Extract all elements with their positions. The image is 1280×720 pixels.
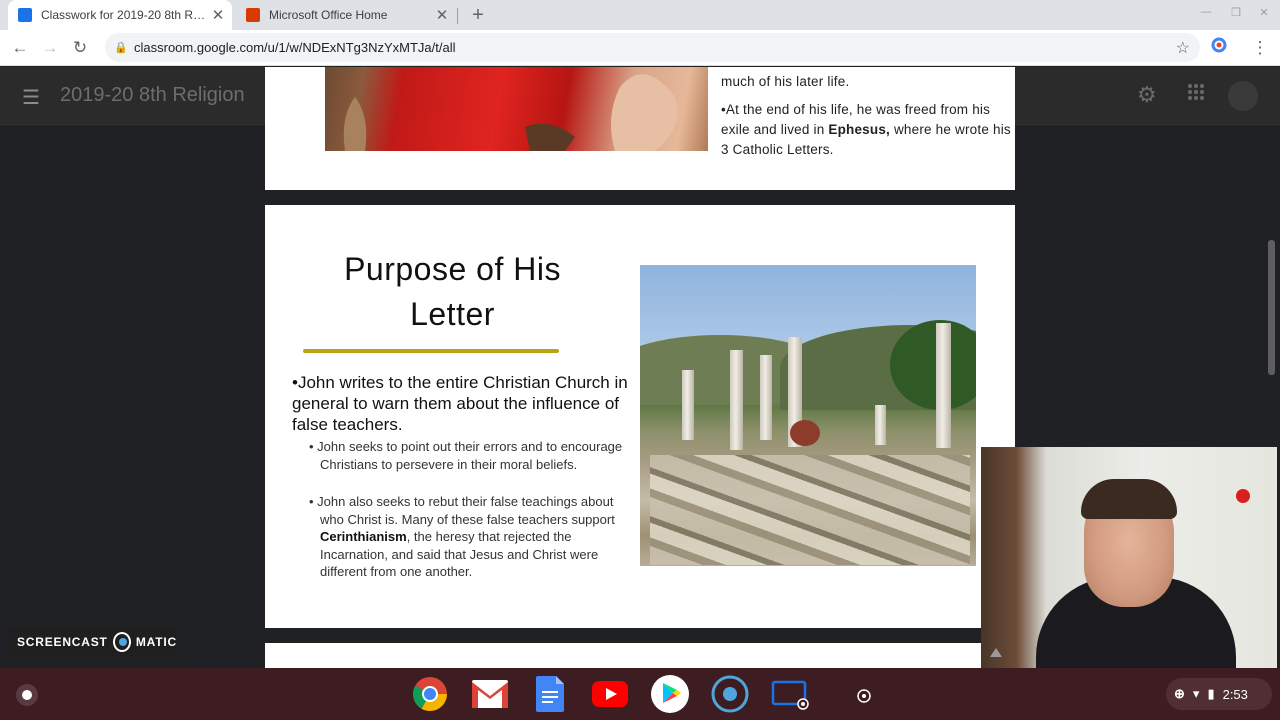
bold-term: Ephesus,: [828, 122, 890, 137]
screencast-watermark: SCREENCAST MATIC: [9, 627, 177, 657]
address-bar[interactable]: 🔒 classroom.google.com/u/1/w/NDExNTg3NzY…: [105, 33, 1200, 62]
slide-bullet: •At the end of his life, he was freed fr…: [721, 100, 1011, 160]
new-tab-button[interactable]: +: [466, 3, 490, 27]
reload-button[interactable]: ↻: [68, 36, 92, 60]
launcher-button[interactable]: [16, 684, 38, 706]
screencast-icon[interactable]: [711, 675, 749, 713]
url-text[interactable]: classroom.google.com/u/1/w/NDExNTg3NzYxM…: [134, 40, 456, 55]
ephesus-ruins-photo: [640, 265, 976, 566]
hamburger-menu-icon[interactable]: ☰: [22, 85, 40, 110]
page-scrollbar[interactable]: [1268, 240, 1275, 375]
add-icon: ⊕: [1174, 686, 1185, 701]
tab-title: Microsoft Office Home: [269, 8, 388, 22]
slide-title-line: Letter: [410, 296, 495, 332]
office-favicon-icon: [246, 8, 260, 22]
close-icon[interactable]: ✕: [432, 6, 452, 24]
docs-icon[interactable]: [531, 676, 569, 712]
youtube-icon[interactable]: [591, 676, 629, 712]
gmail-icon[interactable]: [471, 676, 509, 712]
tab-title: Classwork for 2019-20 8th Religi: [41, 8, 208, 22]
apple-decoration: [1236, 489, 1250, 503]
presenter-hair: [1081, 479, 1177, 519]
battery-icon: ▮: [1207, 686, 1215, 701]
slide-title-line: Purpose of His: [344, 251, 561, 287]
back-button[interactable]: ←: [8, 36, 32, 60]
webcam-overlay: [981, 447, 1277, 668]
screencast-logo-icon: [112, 632, 131, 652]
wifi-icon: ▾: [1192, 686, 1200, 701]
tab-strip: Classwork for 2019-20 8th Religi ✕ Micro…: [0, 0, 1280, 30]
tab-classwork[interactable]: Classwork for 2019-20 8th Religi ✕: [8, 0, 232, 30]
watermark-text: SCREENCAST: [17, 635, 108, 649]
apps-grid-icon[interactable]: [1187, 83, 1205, 107]
minimize-icon[interactable]: —: [1196, 6, 1216, 18]
extension-icon[interactable]: [1207, 36, 1231, 60]
slide-text-line: much of his later life.: [721, 74, 850, 89]
window-close-icon[interactable]: ✕: [1254, 6, 1274, 19]
browser-menu-button[interactable]: ⋮: [1248, 36, 1272, 60]
gear-icon[interactable]: ⚙: [1137, 82, 1157, 108]
class-title[interactable]: 2019-20 8th Religion: [60, 84, 245, 107]
chrome-icon[interactable]: [411, 676, 449, 712]
webcam-resize-icon[interactable]: [990, 648, 1002, 657]
title-underline: [303, 349, 559, 353]
tab-office[interactable]: Microsoft Office Home ✕: [236, 0, 456, 30]
slide-john-exile: much of his later life. •At the end of h…: [265, 67, 1015, 190]
bullet-text: • John also seeks to rebut their false t…: [309, 494, 615, 527]
lock-icon: 🔒: [114, 41, 128, 54]
os-shelf: [0, 668, 1280, 720]
bookmark-star-icon[interactable]: ☆: [1176, 38, 1190, 58]
slide-purpose: Purpose of His Letter •John writes to th…: [265, 205, 1015, 628]
forward-button[interactable]: →: [38, 36, 62, 60]
browser-toolbar: ← → ↻ 🔒 classroom.google.com/u/1/w/NDExN…: [0, 30, 1280, 66]
camera-icon[interactable]: [771, 676, 809, 712]
sub-bullet: • John also seeks to rebut their false t…: [309, 493, 629, 581]
sub-bullet: • John seeks to point out their errors a…: [309, 439, 623, 472]
watermark-text: MATIC: [135, 635, 177, 649]
close-icon[interactable]: ✕: [208, 6, 228, 24]
slide-title: Purpose of His Letter: [305, 247, 600, 337]
status-tray[interactable]: ⊕ ▾ ▮ 2:53: [1166, 678, 1272, 710]
tab-separator: [457, 8, 458, 24]
main-bullet: •John writes to the entire Christian Chu…: [292, 373, 628, 434]
play-store-icon[interactable]: [651, 675, 689, 713]
next-slide-edge: [265, 643, 1015, 668]
painting-image: [325, 67, 708, 151]
restore-icon[interactable]: ❐: [1226, 6, 1246, 19]
clock-time: 2:53: [1222, 686, 1248, 702]
classroom-favicon-icon: [18, 8, 32, 22]
avatar[interactable]: [1228, 81, 1258, 111]
bold-term: Cerinthianism: [320, 529, 407, 544]
recording-indicator-icon[interactable]: [845, 676, 883, 712]
